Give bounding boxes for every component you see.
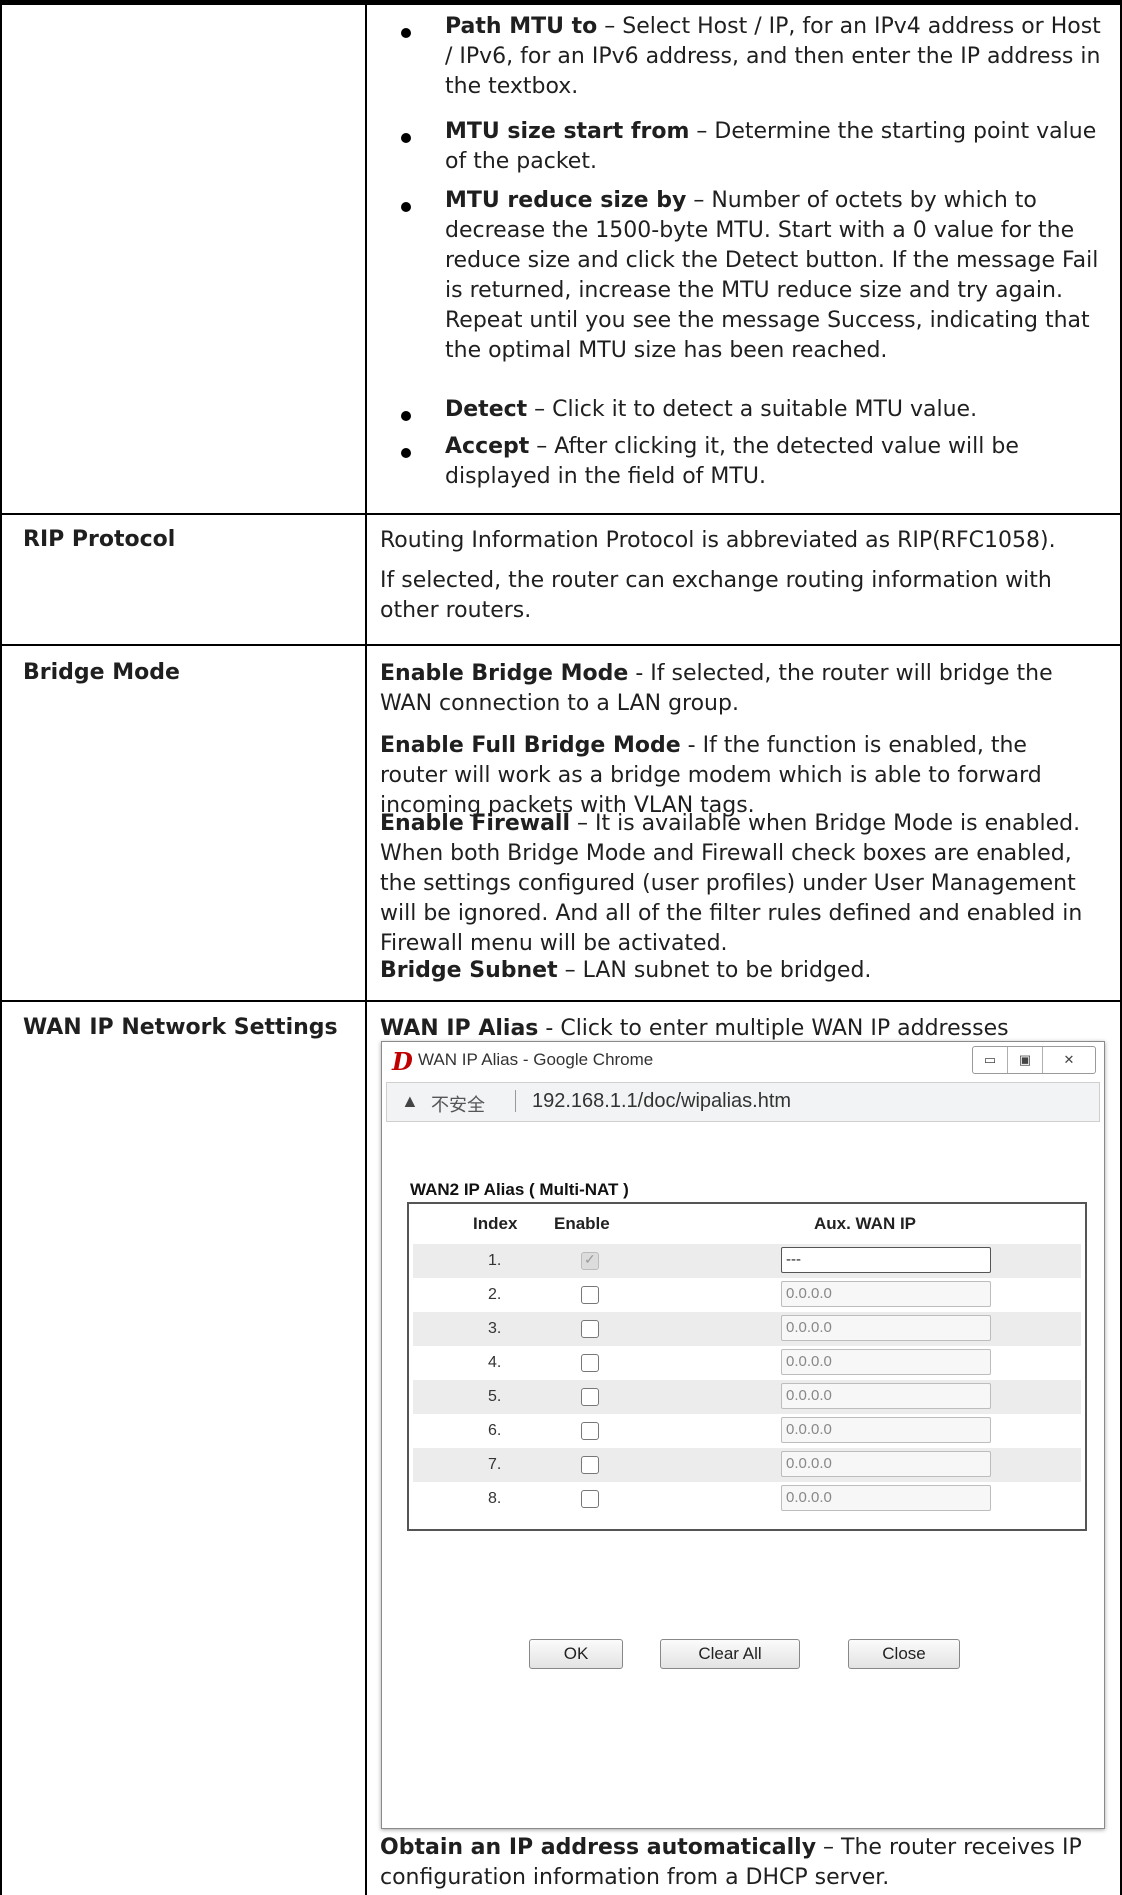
row-index: 1. — [488, 1252, 502, 1269]
row-index: 6. — [488, 1422, 502, 1439]
manual-page: Path MTU to – Select Host / IP, for an I… — [0, 0, 1122, 1895]
maximize-icon[interactable]: ▣ — [1008, 1047, 1043, 1073]
page-url[interactable]: 192.168.1.1/doc/wipalias.htm — [532, 1090, 791, 1113]
bullet-mtu-start: MTU size start from – Determine the star… — [445, 119, 1097, 174]
bullet-dot — [401, 28, 411, 38]
table-row: 2. 0.0.0.0 — [413, 1278, 1081, 1312]
table-title: WAN2 IP Alias ( Multi-NAT ) — [410, 1180, 629, 1199]
bridge-full-desc: Enable Full Bridge Mode - If the functio… — [380, 733, 1042, 818]
row-index: 7. — [488, 1456, 502, 1473]
bullet-dot — [401, 202, 411, 212]
table-row: 5. 0.0.0.0 — [413, 1380, 1081, 1414]
enable-checkbox[interactable] — [581, 1286, 599, 1304]
aux-wan-ip-input[interactable]: 0.0.0.0 — [781, 1281, 991, 1307]
bridge-mode-label: Bridge Mode — [23, 660, 180, 685]
bullet-accept: Accept – After clicking it, the detected… — [445, 434, 1019, 489]
aux-wan-ip-input[interactable]: 0.0.0.0 — [781, 1383, 991, 1409]
row-separator — [0, 644, 1122, 646]
table-row: 3. 0.0.0.0 — [413, 1312, 1081, 1346]
row-separator — [0, 1000, 1122, 1002]
rip-description-more: If selected, the router can exchange rou… — [380, 568, 1052, 623]
aux-wan-ip-input[interactable]: --- — [781, 1247, 991, 1273]
draytek-logo-icon: D — [392, 1047, 413, 1076]
enable-checkbox[interactable] — [581, 1388, 599, 1406]
wan-ip-settings-label: WAN IP Network Settings — [23, 1015, 338, 1040]
bullet-dot — [401, 411, 411, 421]
close-icon[interactable]: ✕ — [1043, 1047, 1095, 1073]
table-row: 7. 0.0.0.0 — [413, 1448, 1081, 1482]
ip-alias-table: Index Enable Aux. WAN IP 1. --- 2. 0.0.0… — [407, 1202, 1087, 1531]
close-button[interactable]: Close — [848, 1639, 960, 1669]
bridge-enable-desc: Enable Bridge Mode - If selected, the ro… — [380, 661, 1053, 716]
aux-wan-ip-input[interactable]: 0.0.0.0 — [781, 1451, 991, 1477]
bullet-dot — [401, 448, 411, 458]
aux-wan-ip-input[interactable]: 0.0.0.0 — [781, 1417, 991, 1443]
wan-ip-alias-window: D WAN IP Alias - Google Chrome ▭ ▣ ✕ ▲ 不… — [381, 1041, 1105, 1829]
bullet-path-mtu: Path MTU to – Select Host / IP, for an I… — [445, 14, 1101, 99]
table-row: 8. 0.0.0.0 — [413, 1482, 1081, 1516]
ok-button[interactable]: OK — [529, 1639, 623, 1669]
enable-checkbox[interactable] — [581, 1354, 599, 1372]
aux-wan-ip-input[interactable]: 0.0.0.0 — [781, 1349, 991, 1375]
enable-checkbox[interactable] — [581, 1422, 599, 1440]
header-index: Index — [473, 1214, 518, 1233]
bullet-dot — [401, 133, 411, 143]
table-row: 4. 0.0.0.0 — [413, 1346, 1081, 1380]
obtain-ip-desc: Obtain an IP address automatically – The… — [380, 1835, 1082, 1890]
table-left-col-border — [0, 0, 2, 1895]
bridge-firewall-desc: Enable Firewall – It is available when B… — [380, 811, 1083, 956]
aux-wan-ip-input[interactable]: 0.0.0.0 — [781, 1485, 991, 1511]
enable-checkbox[interactable] — [581, 1320, 599, 1338]
header-enable: Enable — [554, 1214, 610, 1233]
enable-checkbox[interactable] — [581, 1456, 599, 1474]
rip-protocol-label: RIP Protocol — [23, 527, 176, 552]
window-titlebar: D WAN IP Alias - Google Chrome ▭ ▣ ✕ — [382, 1042, 1104, 1080]
header-aux-wan-ip: Aux. WAN IP — [814, 1214, 917, 1233]
minimize-icon[interactable]: ▭ — [973, 1047, 1008, 1073]
window-title: WAN IP Alias - Google Chrome — [418, 1050, 654, 1069]
warning-icon[interactable]: ▲ — [401, 1091, 419, 1112]
enable-checkbox[interactable] — [581, 1490, 599, 1508]
row-index: 4. — [488, 1354, 502, 1371]
window-controls: ▭ ▣ ✕ — [972, 1046, 1096, 1074]
enable-checkbox[interactable] — [581, 1251, 599, 1270]
bullet-detect: Detect – Click it to detect a suitable M… — [445, 397, 978, 422]
rip-description: Routing Information Protocol is abbrevia… — [380, 528, 1056, 553]
row-index: 5. — [488, 1388, 502, 1405]
table-row: 6. 0.0.0.0 — [413, 1414, 1081, 1448]
row-index: 8. — [488, 1490, 502, 1507]
clear-all-button[interactable]: Clear All — [660, 1639, 800, 1669]
aux-wan-ip-input[interactable]: 0.0.0.0 — [781, 1315, 991, 1341]
table-divider — [365, 0, 367, 1895]
address-bar[interactable]: ▲ 不安全 192.168.1.1/doc/wipalias.htm — [386, 1082, 1100, 1122]
bridge-subnet-desc: Bridge Subnet – LAN subnet to be bridged… — [380, 958, 872, 983]
row-index: 3. — [488, 1320, 502, 1337]
table-top-border — [0, 0, 1122, 5]
table-row: 1. --- — [413, 1244, 1081, 1278]
address-separator — [515, 1090, 516, 1112]
row-separator — [0, 513, 1122, 515]
bullet-mtu-reduce: MTU reduce size by – Number of octets by… — [445, 188, 1099, 363]
row-index: 2. — [488, 1286, 502, 1303]
not-secure-label[interactable]: 不安全 — [431, 1091, 485, 1117]
